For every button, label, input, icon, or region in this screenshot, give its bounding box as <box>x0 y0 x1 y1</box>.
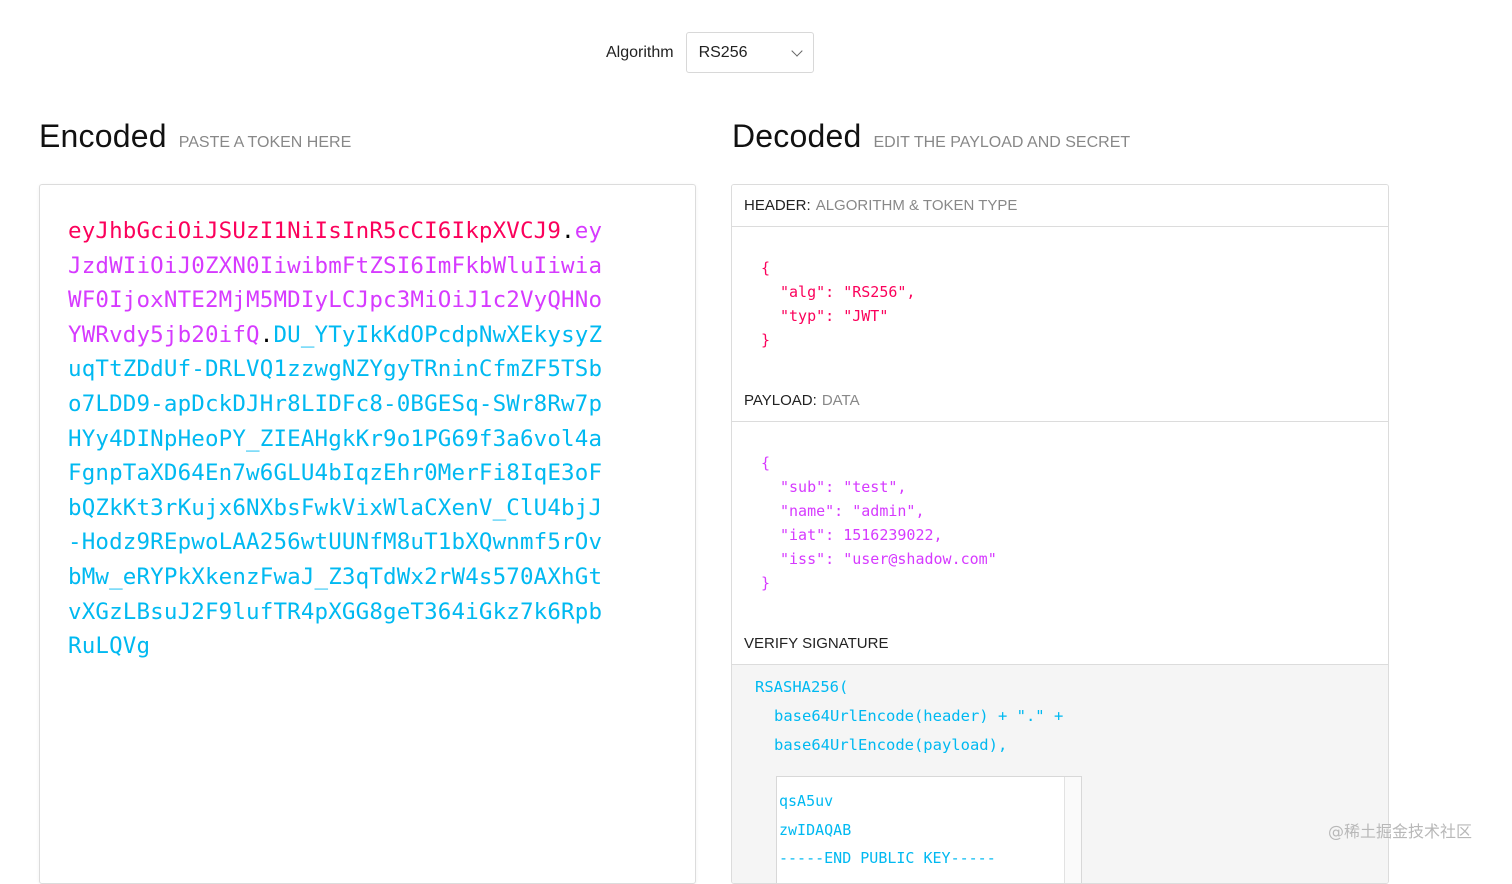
chevron-down-icon <box>790 44 803 57</box>
verify-section-title: VERIFY SIGNATURE <box>732 623 1388 665</box>
json-close-brace: } <box>761 574 771 592</box>
token-text[interactable]: eyJhbGciOiJSUzI1NiIsInR5cCI6IkpXVCJ9.eyJ… <box>68 214 613 664</box>
key-line: zwIDAQAB <box>779 820 852 839</box>
signature-function: RSASHA256( <box>755 678 849 696</box>
json-line: "sub": "test", <box>780 478 907 496</box>
signature-formula: RSASHA256( base64UrlEncode(header) + "."… <box>755 673 1063 760</box>
payload-sublabel: DATA <box>821 392 860 409</box>
token-dot: . <box>259 321 274 348</box>
payload-json[interactable]: { "sub": "test", "name": "admin", "iat":… <box>761 451 997 595</box>
header-json[interactable]: { "alg": "RS256", "typ": "JWT" } <box>761 256 915 352</box>
json-open-brace: { <box>761 454 771 472</box>
algorithm-label: Algorithm <box>606 43 674 61</box>
signature-arg-payload: base64UrlEncode(payload), <box>774 736 1008 754</box>
token-header-part: eyJhbGciOiJSUzI1NiIsInR5cCI6IkpXVCJ9 <box>68 218 562 244</box>
decoded-panel: HEADER: ALGORITHM & TOKEN TYPE { "alg": … <box>731 184 1389 884</box>
json-close-brace: } <box>761 331 771 349</box>
verify-label: VERIFY SIGNATURE <box>744 635 889 652</box>
encoded-title: Encoded <box>39 118 167 154</box>
json-line: "iss": "user@shadow.com" <box>780 550 997 568</box>
header-json-editor[interactable]: { "alg": "RS256", "typ": "JWT" } <box>732 227 1388 381</box>
token-dot: . <box>561 218 575 244</box>
verify-signature-body: RSASHA256( base64UrlEncode(header) + "."… <box>732 665 1388 883</box>
json-line: "name": "admin", <box>780 502 925 520</box>
encoded-heading: Encoded PASTE A TOKEN HERE <box>39 118 351 155</box>
key-line: qsA5uv <box>779 792 834 810</box>
public-key-scrollbar[interactable] <box>1064 777 1081 883</box>
json-line: "typ": "JWT" <box>780 307 889 325</box>
token-signature-part: DU_YTyIkKdOPcdpNwXEkysyZuqTtZDdUf-DRLVQ1… <box>68 321 603 660</box>
decoded-heading: Decoded EDIT THE PAYLOAD AND SECRET <box>732 118 1130 155</box>
signature-arg-header: base64UrlEncode(header) + "." + <box>774 707 1064 725</box>
decoded-title: Decoded <box>732 118 862 154</box>
public-key-input[interactable]: qsA5uv zwIDAQAB -----END PUBLIC KEY----- <box>776 776 1082 883</box>
encoded-token-editor[interactable]: eyJhbGciOiJSUzI1NiIsInR5cCI6IkpXVCJ9.eyJ… <box>39 184 696 884</box>
json-line: "iat": 1516239022, <box>780 526 943 544</box>
payload-label: PAYLOAD: <box>744 392 817 409</box>
decoded-subtitle: EDIT THE PAYLOAD AND SECRET <box>873 134 1131 151</box>
payload-section-title: PAYLOAD: DATA <box>732 380 1388 422</box>
header-sublabel: ALGORITHM & TOKEN TYPE <box>815 197 1018 214</box>
json-line: "alg": "RS256", <box>780 283 916 301</box>
encoded-subtitle: PASTE A TOKEN HERE <box>178 134 352 151</box>
algorithm-value: RS256 <box>698 43 748 61</box>
key-line: -----END PUBLIC KEY----- <box>779 849 996 867</box>
header-label: HEADER: <box>744 197 811 214</box>
json-open-brace: { <box>761 259 771 277</box>
public-key-text[interactable]: qsA5uv zwIDAQAB -----END PUBLIC KEY----- <box>779 787 996 873</box>
algorithm-selector: Algorithm RS256 <box>606 31 814 74</box>
header-section-title: HEADER: ALGORITHM & TOKEN TYPE <box>732 185 1388 227</box>
algorithm-dropdown[interactable]: RS256 <box>685 32 814 73</box>
watermark: @稀土掘金技术社区 <box>1328 822 1473 841</box>
payload-json-editor[interactable]: { "sub": "test", "name": "admin", "iat":… <box>732 422 1388 624</box>
